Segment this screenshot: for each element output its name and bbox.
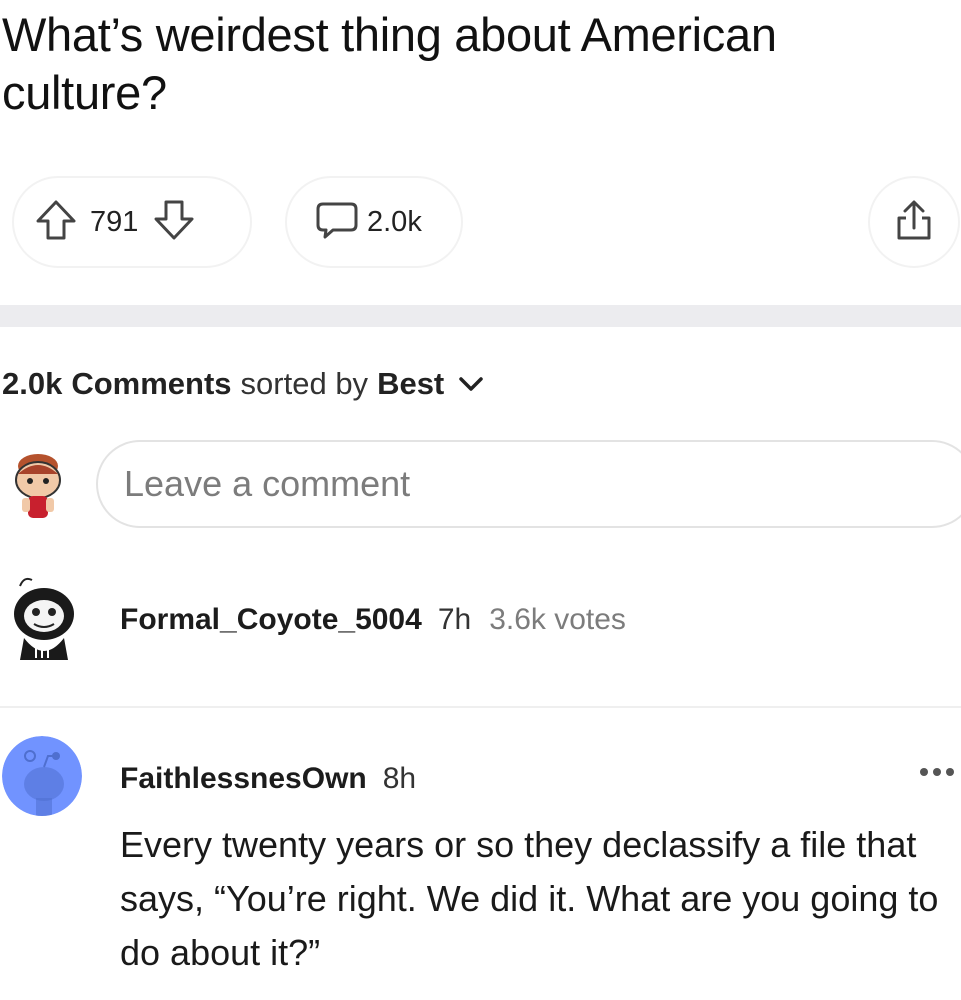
comment-input[interactable]: Leave a comment <box>96 440 961 528</box>
reply-meta: FaithlessnesOwn 8h <box>120 762 416 796</box>
reply-time: 8h <box>382 762 417 795</box>
comments-label: Comments <box>71 366 232 401</box>
share-button[interactable] <box>868 176 960 268</box>
user-avatar[interactable] <box>6 572 82 664</box>
sorted-by-label: sorted by <box>240 366 369 401</box>
reply-username[interactable]: FaithlessnesOwn <box>120 762 367 796</box>
comments-count: 2.0k <box>2 366 63 401</box>
speech-bubble-icon <box>315 200 359 245</box>
comment-time: 7h <box>437 603 472 636</box>
comment-username[interactable]: Formal_Coyote_5004 <box>120 603 422 637</box>
comment-divider <box>0 706 961 708</box>
sort-dropdown-value[interactable]: Best <box>377 364 444 404</box>
upvote-icon[interactable] <box>34 199 78 246</box>
comment-input-placeholder: Leave a comment <box>124 463 411 504</box>
vote-bar: 791 <box>12 176 252 268</box>
post-title: What’s weirdest thing about American cul… <box>2 8 777 119</box>
section-divider <box>0 305 961 327</box>
downvote-icon[interactable] <box>152 199 196 246</box>
share-upload-icon <box>893 198 935 247</box>
comments-button[interactable]: 2.0k <box>285 176 463 268</box>
ellipsis-icon[interactable] <box>920 768 954 776</box>
user-avatar[interactable] <box>2 736 82 816</box>
chevron-down-icon[interactable] <box>458 374 484 394</box>
comment-count: 2.0k <box>367 205 422 238</box>
current-user-avatar[interactable] <box>6 448 70 524</box>
reply-body: Every twenty years or so they declassify… <box>120 824 939 973</box>
comments-sort-bar: 2.0k Comments sorted by Best <box>2 364 484 404</box>
upvote-count: 791 <box>90 205 139 238</box>
comment-votes: 3.6k votes <box>489 603 626 636</box>
collapsed-comment-meta[interactable]: Formal_Coyote_5004 7h 3.6k votes <box>120 603 626 637</box>
